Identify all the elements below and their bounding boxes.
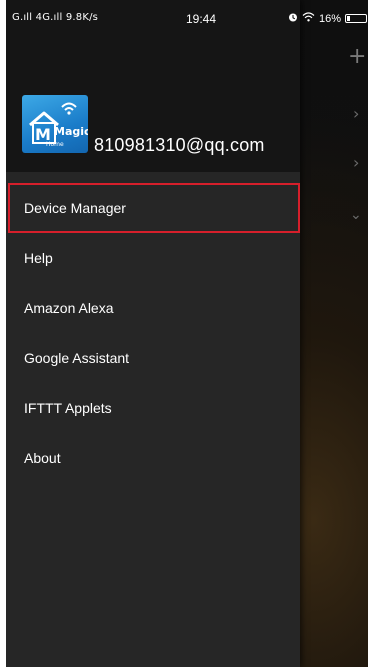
alarm-icon (288, 12, 298, 25)
clock: 19:44 (186, 12, 217, 26)
menu-item-device-manager[interactable]: Device Manager (8, 183, 300, 233)
magic-home-logo: M Magic Home (22, 95, 88, 153)
plus-icon[interactable]: + (348, 46, 366, 68)
battery-percent: 16% (319, 12, 342, 25)
menu-item-help[interactable]: Help (6, 233, 300, 283)
status-bar: G.ıll 4G.ıll 9.8K/s 19:44 16% (6, 0, 368, 34)
wifi-icon (302, 12, 315, 25)
account-email: 810981310@qq.com (94, 135, 265, 155)
signal-indicator: G.ıll 4G.ıll 9.8K/s (12, 12, 99, 23)
status-right-group: 16% (288, 12, 368, 25)
menu-item-google-assistant[interactable]: Google Assistant (6, 333, 300, 383)
logo-subtext: Home (46, 141, 64, 148)
drawer-menu: Device Manager Help Amazon Alexa Google … (6, 183, 300, 483)
logo-text: Magic (54, 125, 88, 138)
phone-screen: + › › ⌄ G.ıll 4G.ıll 9.8K/s 19:44 16% M … (6, 0, 368, 667)
menu-item-amazon-alexa[interactable]: Amazon Alexa (6, 283, 300, 333)
chevron-down-icon[interactable]: ⌄ (350, 207, 362, 223)
menu-item-about[interactable]: About (6, 433, 300, 483)
navigation-drawer: M Magic Home 810981310@qq.com Device Man… (6, 0, 300, 667)
battery-icon (345, 14, 368, 23)
menu-item-ifttt-applets[interactable]: IFTTT Applets (6, 383, 300, 433)
chevron-right-icon[interactable]: › (353, 104, 359, 123)
chevron-right-icon[interactable]: › (353, 153, 359, 172)
